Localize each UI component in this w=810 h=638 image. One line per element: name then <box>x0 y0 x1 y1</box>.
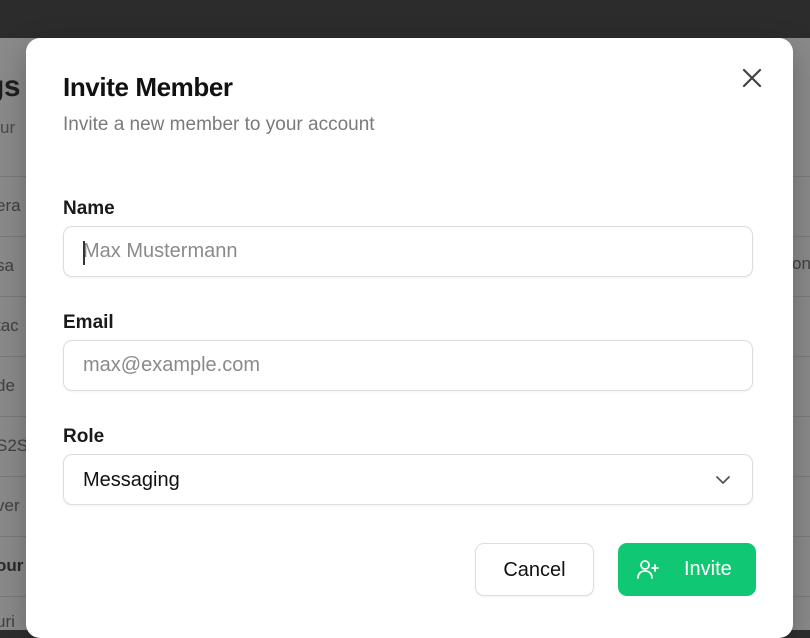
dialog-title: Invite Member <box>63 72 233 102</box>
role-label: Role <box>63 426 105 447</box>
name-label: Name <box>63 198 115 219</box>
invite-button-label: Invite <box>684 558 732 580</box>
email-input[interactable] <box>64 341 752 390</box>
invite-member-dialog: Invite Member Invite a new member to you… <box>26 38 793 638</box>
name-field <box>63 226 753 277</box>
dialog-subtitle: Invite a new member to your account <box>63 114 375 135</box>
background-page-title: gs <box>0 70 21 103</box>
background-row-label: uri <box>0 612 15 631</box>
background-row-label: tac <box>0 316 19 335</box>
close-button[interactable] <box>739 65 765 91</box>
cancel-button-label: Cancel <box>503 559 566 581</box>
background-section-heading: our <box>0 556 24 575</box>
background-page-subtitle: ur <box>0 118 16 137</box>
role-select-value: Messaging <box>83 469 180 491</box>
background-row-label: era <box>0 196 21 215</box>
background-row-label: ver <box>0 496 20 515</box>
chevron-down-icon <box>716 476 730 484</box>
user-plus-icon <box>637 560 659 579</box>
invite-button[interactable]: Invite <box>618 543 756 596</box>
name-input[interactable] <box>64 227 752 276</box>
email-field <box>63 340 753 391</box>
email-label: Email <box>63 312 114 333</box>
background-topbar <box>0 0 810 38</box>
background-row-label: sa <box>0 256 14 275</box>
close-icon <box>742 68 762 88</box>
cancel-button[interactable]: Cancel <box>475 543 594 596</box>
role-select[interactable]: Messaging <box>63 454 753 505</box>
background-row-label: S2S <box>0 436 29 455</box>
text-caret <box>83 241 85 265</box>
background-row-value: on <box>792 254 810 273</box>
background-row-label: de <box>0 376 15 395</box>
